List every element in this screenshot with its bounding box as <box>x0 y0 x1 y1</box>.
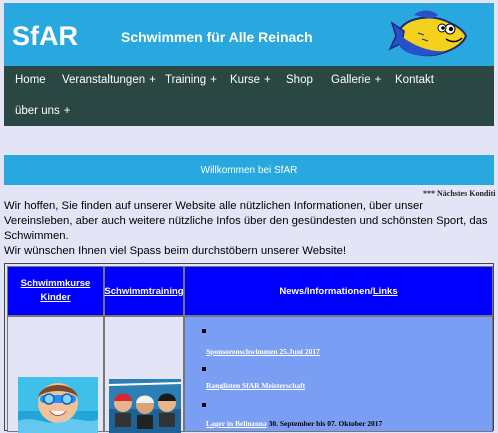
site-title: Schwimmen für Alle Reinach <box>121 29 313 45</box>
news-cell: Sponsorenschwimmen 25.Juni 2017 Ranglist… <box>184 316 493 432</box>
table-header-swim-courses: Schwimmkurse Kinder <box>7 266 104 316</box>
nav-label: Gallerie <box>331 74 371 86</box>
swim-training-link[interactable]: Schwimmtraining <box>104 286 183 297</box>
submenu-plus-icon: + <box>63 105 71 117</box>
welcome-text: Willkommen bei SfAR <box>200 164 298 176</box>
nav-item-shop[interactable]: Shop <box>286 74 313 86</box>
news-link-rankings[interactable]: Ranglisten SfAR Meisterschaft <box>206 381 305 390</box>
bullet-icon <box>202 329 206 333</box>
news-link-camp[interactable]: Lager in Belinzona <box>206 419 267 428</box>
submenu-plus-icon: + <box>210 74 217 86</box>
swim-courses-link[interactable]: Schwimmkurse Kinder <box>21 277 91 305</box>
welcome-banner: Willkommen bei SfAR <box>4 155 494 185</box>
submenu-plus-icon: + <box>149 74 156 86</box>
nav-item-training[interactable]: Training + <box>165 74 217 86</box>
nav-label: Training <box>165 74 207 86</box>
nav-label: Veranstaltungen <box>62 74 146 86</box>
ticker-text: *** Nächstes Konditi <box>423 189 496 198</box>
submenu-plus-icon: + <box>264 74 271 86</box>
main-nav: Home Veranstaltungen + Training + Kurse + S… <box>4 66 494 126</box>
nav-item-home[interactable]: Home <box>15 74 46 86</box>
submenu-plus-icon: + <box>374 74 382 86</box>
child-swimmer-photo[interactable] <box>18 377 98 433</box>
news-header-label: News/Informationen/ <box>279 285 373 297</box>
swim-courses-cell <box>7 316 104 433</box>
news-camp-dates: 30. September bis 07. Oktober 2017 <box>266 419 383 428</box>
training-group-photo[interactable] <box>109 379 181 433</box>
nav-label: über uns <box>15 105 60 117</box>
nav-item-kontakt[interactable]: Kontakt <box>395 74 434 86</box>
intro-text: Wir hoffen, Sie finden auf unserer Websi… <box>4 199 494 259</box>
intro-paragraph: Wir hoffen, Sie finden auf unserer Websi… <box>4 200 488 242</box>
nav-label: Home <box>15 74 46 86</box>
nav-item-gallerie[interactable]: Gallerie + <box>331 74 381 86</box>
nav-label: Shop <box>286 74 313 86</box>
table-header-swim-training: Schwimmtraining <box>104 266 184 316</box>
swim-training-cell <box>104 316 184 433</box>
nav-item-kurse[interactable]: Kurse + <box>230 74 271 86</box>
bullet-icon <box>202 367 206 371</box>
intro-paragraph: Wir wünschen Ihnen viel Spass beim durch… <box>4 245 347 257</box>
links-link[interactable]: Links <box>373 286 398 297</box>
news-item-camp: Lager in Belinzona 30. September bis 07.… <box>206 419 382 428</box>
table-header-news: News/Informationen/Links <box>184 266 493 316</box>
news-link-sponsorship[interactable]: Sponsorenschwimmen 25.Juni 2017 <box>206 347 320 356</box>
nav-item-veranstaltungen[interactable]: Veranstaltungen + <box>62 74 156 86</box>
nav-item-ueber-uns[interactable]: über uns + <box>15 105 70 117</box>
site-logo[interactable]: SfAR <box>12 21 78 52</box>
nav-label: Kontakt <box>395 74 434 86</box>
bullet-icon <box>202 403 206 407</box>
nav-label: Kurse <box>230 74 261 86</box>
fish-mascot-icon <box>388 10 468 57</box>
news-ticker: *** Nächstes Konditi <box>0 186 498 200</box>
info-table: Schwimmkurse Kinder Schwimmtraining News… <box>4 263 494 433</box>
site-header: SfAR Schwimmen für Alle Reinach <box>4 3 494 66</box>
